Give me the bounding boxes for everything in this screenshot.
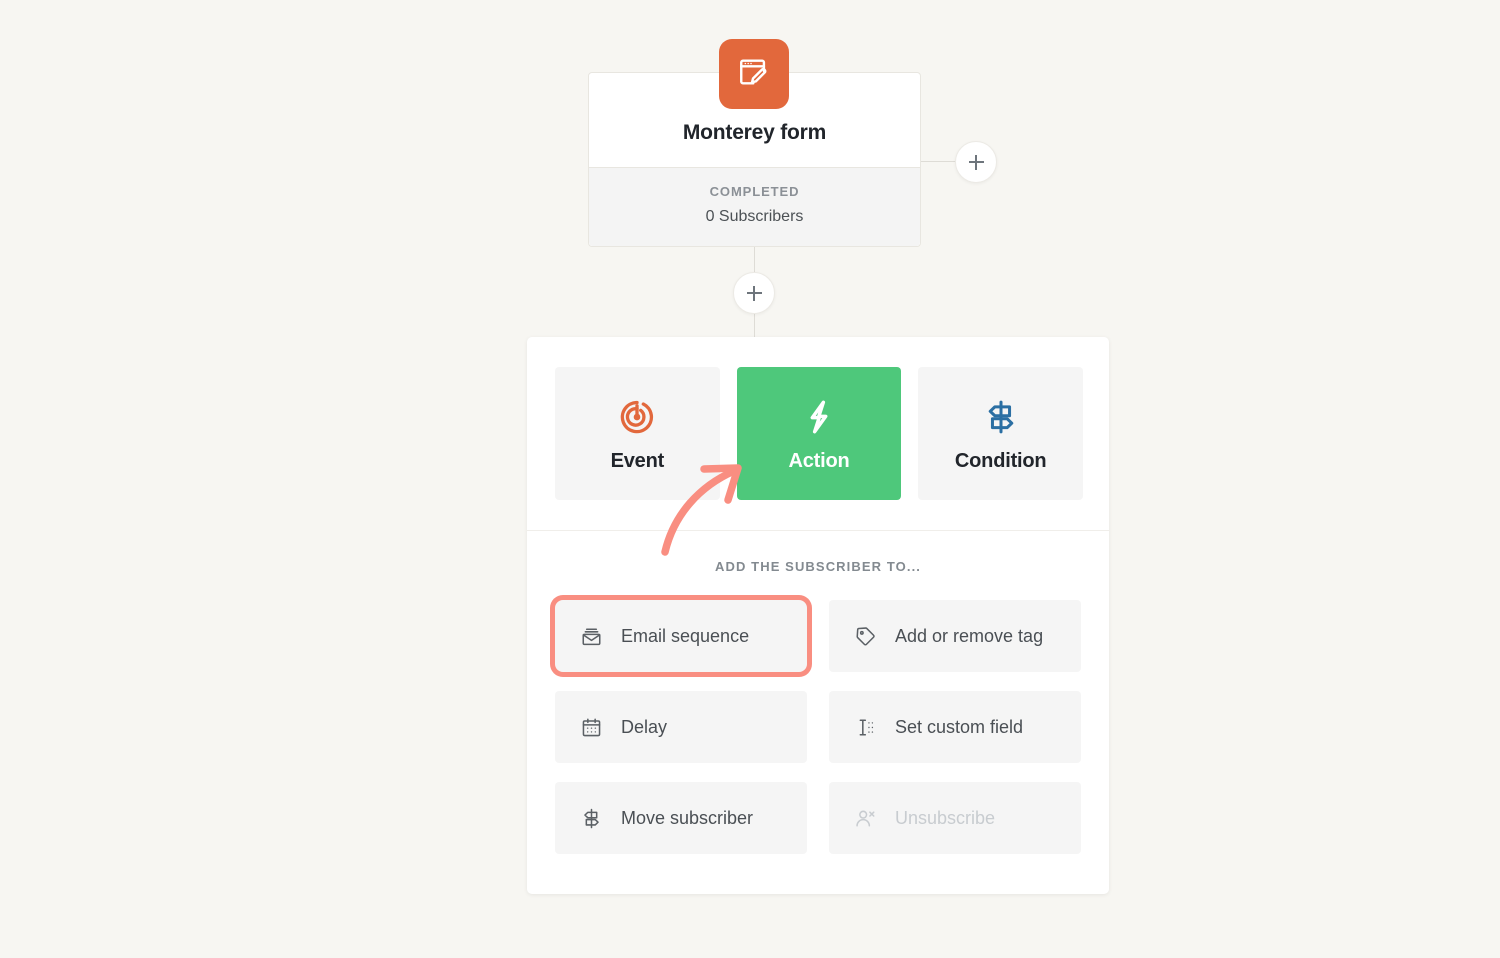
options-heading: ADD THE SUBSCRIBER TO...	[714, 559, 921, 574]
option-set-custom-field[interactable]: Set custom field	[829, 691, 1081, 763]
option-unsubscribe-label: Unsubscribe	[895, 807, 996, 828]
form-edit-icon-badge	[719, 39, 789, 109]
tab-action[interactable]: Action	[736, 367, 902, 500]
add-step-right-button[interactable]	[955, 141, 997, 183]
add-step-below-button[interactable]	[733, 272, 775, 314]
option-unsubscribe: Unsubscribe	[829, 782, 1081, 854]
signpost-icon	[579, 806, 603, 830]
subscriber-count: 0 Subscribers	[705, 208, 804, 225]
option-email-sequence[interactable]: Email sequence	[555, 600, 807, 672]
tab-event[interactable]: Event	[555, 367, 720, 500]
connector-line-right	[921, 161, 956, 162]
page-title: Monterey form	[682, 121, 827, 144]
option-email-sequence-label: Email sequence	[621, 625, 750, 646]
step-options-body: ADD THE SUBSCRIBER TO... Email sequence	[527, 531, 1109, 894]
option-move-subscriber[interactable]: Move subscriber	[555, 782, 807, 854]
option-set-custom-field-label: Set custom field	[895, 716, 1024, 737]
tag-icon	[853, 624, 877, 648]
tab-action-label: Action	[788, 450, 850, 472]
step-type-tabs: Event Action Condition	[527, 337, 1109, 531]
form-edit-icon	[737, 55, 771, 94]
lightning-bolt-icon	[799, 394, 839, 440]
plus-icon	[968, 154, 984, 170]
automation-flow-canvas: Monterey form COMPLETED 0 Subscribers Ev…	[0, 0, 1500, 958]
tab-condition[interactable]: Condition	[918, 367, 1084, 500]
option-delay-label: Delay	[621, 716, 668, 737]
option-delay[interactable]: Delay	[555, 691, 807, 763]
step-type-picker-panel: Event Action Condition ADD THE SUBSCRIBE…	[527, 337, 1109, 894]
tab-event-label: Event	[610, 450, 665, 472]
text-cursor-icon	[853, 715, 877, 739]
email-stack-icon	[579, 624, 603, 648]
options-grid: Email sequence Add or remove tag Delay S…	[555, 600, 1081, 854]
option-add-or-remove-tag-label: Add or remove tag	[895, 625, 1044, 646]
status-badge: COMPLETED	[709, 184, 800, 199]
tab-condition-label: Condition	[954, 450, 1047, 472]
radar-pulse-icon	[616, 394, 658, 440]
plus-icon	[746, 285, 762, 301]
option-move-subscriber-label: Move subscriber	[621, 807, 754, 828]
option-add-or-remove-tag[interactable]: Add or remove tag	[829, 600, 1081, 672]
calendar-icon	[579, 715, 603, 739]
signpost-icon	[982, 394, 1020, 440]
user-remove-icon	[853, 806, 877, 830]
trigger-node-footer: COMPLETED 0 Subscribers	[589, 167, 920, 246]
